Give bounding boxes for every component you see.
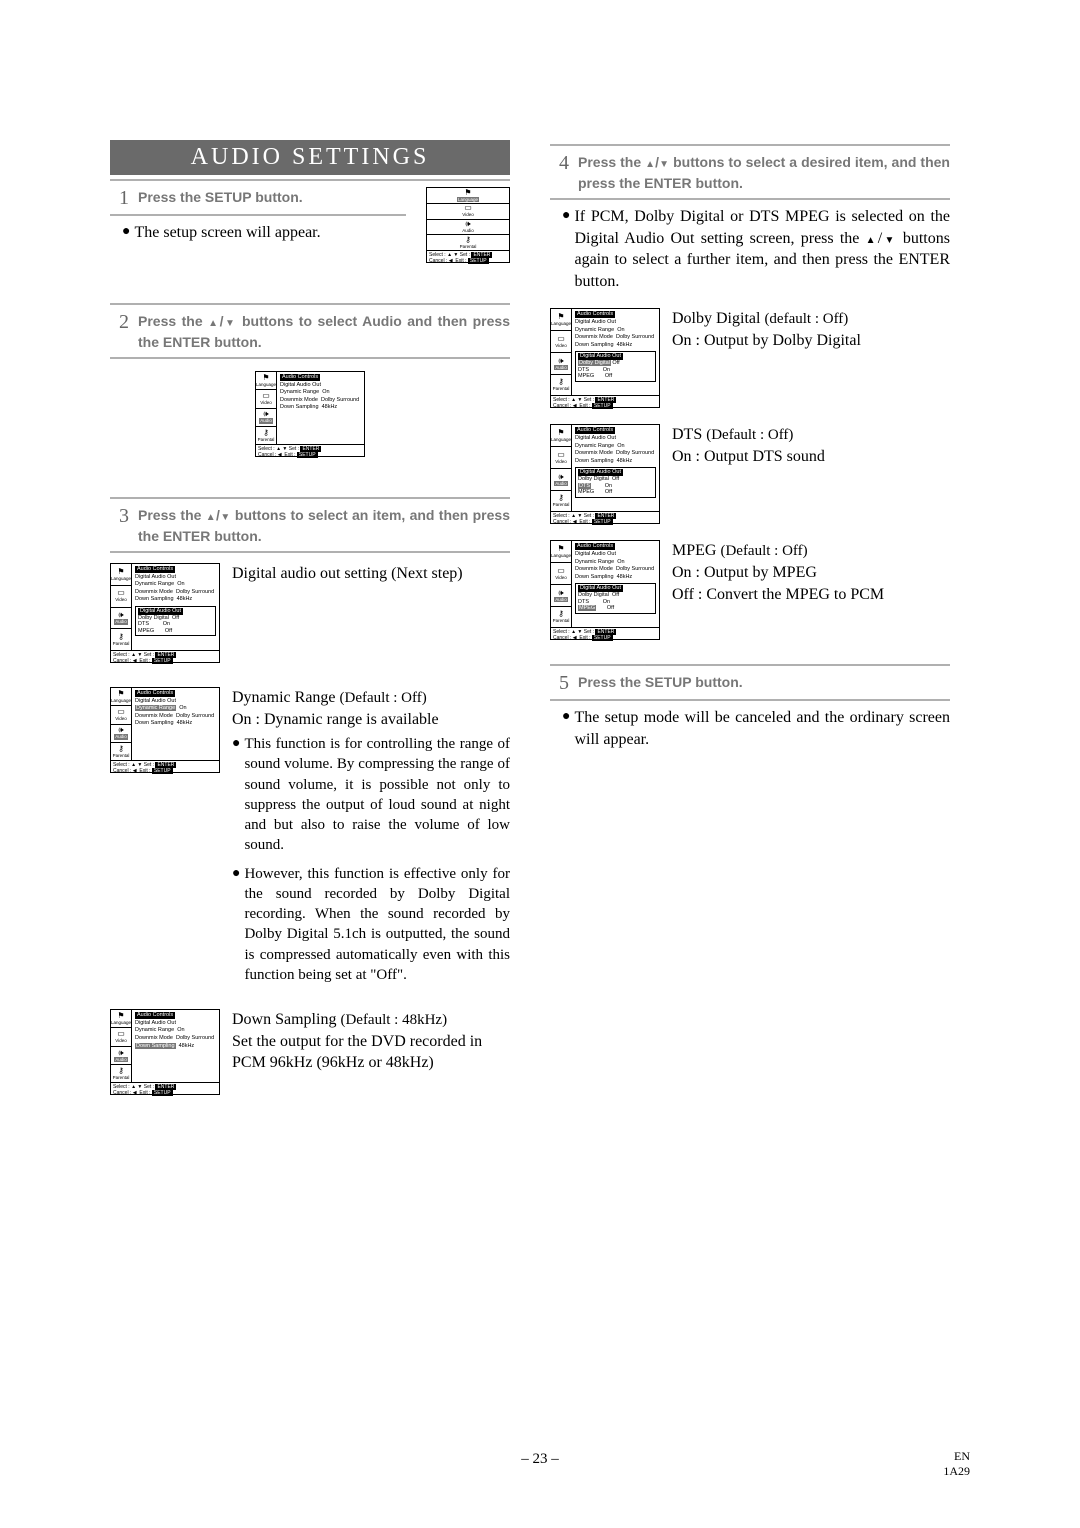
- page-title: AUDIO SETTINGS: [110, 140, 510, 175]
- step4-body: ● If PCM, Dolby Digital or DTS MPEG is s…: [550, 206, 950, 292]
- manual-page: AUDIO SETTINGS 1 Press the SETUP button.…: [0, 0, 1080, 1528]
- dolby-default: (default : Off): [764, 311, 848, 327]
- down-icon: [882, 230, 896, 247]
- mpeg-row: ⚑Language ▭Video 🕪Audio ⚷Parental Audio …: [550, 540, 950, 640]
- step-heading: Press the SETUP button.: [578, 672, 743, 693]
- down-body: Set the output for the DVD recorded in P…: [232, 1031, 510, 1074]
- dts-default: (Default : Off): [706, 427, 793, 443]
- divider: [550, 198, 950, 200]
- dts-text: DTS (Default : Off) On : Output DTS soun…: [672, 424, 950, 467]
- step-3-head: 3 Press the / buttons to select an item,…: [110, 505, 510, 547]
- mpeg-title: MPEG: [672, 542, 720, 559]
- down-icon: [223, 313, 236, 329]
- dolby-screen: ⚑Language ▭Video 🕪Audio ⚷Parental Audio …: [550, 308, 660, 408]
- mpeg-text: MPEG (Default : Off) On : Output by MPEG…: [672, 540, 950, 605]
- footer-codes: EN 1A29: [943, 1449, 970, 1478]
- mpeg-screen: ⚑Language ▭Video 🕪Audio ⚷Parental Audio …: [550, 540, 660, 640]
- bullet-icon: ●: [562, 208, 574, 224]
- down-icon: [659, 154, 669, 170]
- divider: [550, 664, 950, 666]
- step-heading: Press the / buttons to select an item, a…: [138, 505, 510, 547]
- dolby-text: Dolby Digital (default : Off) On : Outpu…: [672, 308, 950, 351]
- mpeg-off: Off : Convert the MPEG to PCM: [672, 584, 950, 606]
- footer-en: EN: [943, 1449, 970, 1463]
- divider: [550, 144, 950, 146]
- step-4-head: 4 Press the / buttons to select a desire…: [550, 152, 950, 194]
- step4-body-text: If PCM, Dolby Digital or DTS MPEG is sel…: [574, 206, 950, 292]
- bullet-icon: ●: [232, 866, 244, 882]
- dyn-p1: This function is for controlling the ran…: [244, 734, 510, 856]
- dyn-title: Dynamic Range: [232, 689, 340, 706]
- step-heading: Press the / buttons to select a desired …: [578, 152, 950, 194]
- dynamic-range-text: Dynamic Range (Default : Off) On : Dynam…: [232, 687, 510, 985]
- down-default: (Default : 48kHz): [340, 1012, 447, 1028]
- setup-screen-thumbnail: ⚑Language ▭Video 🕪Audio ⚷Parental Select…: [426, 187, 510, 263]
- divider: [110, 357, 510, 359]
- dts-row: ⚑Language ▭Video 🕪Audio ⚷Parental Audio …: [550, 424, 950, 524]
- step-5-head: 5 Press the SETUP button.: [550, 672, 950, 695]
- bullet-icon: ●: [562, 709, 574, 725]
- digital-out-text: Digital audio out setting (Next step): [232, 563, 510, 585]
- mpeg-default: (Default : Off): [720, 543, 807, 559]
- dyn-p2: However, this function is effective only…: [244, 864, 510, 986]
- audio-controls-screen: ⚑Language ▭Video 🕪Audio ⚷Parental Audio …: [255, 371, 365, 457]
- step-number: 2: [110, 311, 138, 334]
- downsampling-screen: ⚑Language ▭Video 🕪Audio ⚷Parental Audio …: [110, 1009, 220, 1095]
- dts-on: On : Output DTS sound: [672, 446, 950, 468]
- dolby-title: Dolby Digital: [672, 310, 764, 327]
- screenshot-row: ⚑Language ▭Video 🕪Audio ⚷Parental Audio …: [110, 371, 510, 457]
- down-icon: [220, 507, 231, 523]
- up-icon: [645, 154, 655, 170]
- step5-text: The setup mode will be canceled and the …: [574, 707, 950, 750]
- dyn-on-line: On : Dynamic range is available: [232, 709, 510, 731]
- up-icon: [206, 507, 216, 523]
- step-1-row: 1 Press the SETUP button. ● The setup sc…: [110, 187, 510, 263]
- downsampling-row: ⚑Language ▭Video 🕪Audio ⚷Parental Audio …: [110, 1009, 510, 1095]
- step-heading: Press the SETUP button.: [138, 187, 303, 208]
- down-title: Down Sampling: [232, 1011, 340, 1028]
- step-number: 5: [550, 672, 578, 695]
- step-heading: Press the / buttons to select Audio and …: [138, 311, 510, 353]
- digital-out-row: ⚑Language ▭Video 🕪Audio ⚷Parental Audio …: [110, 563, 510, 663]
- screen-footer: Select : ▲ ▼ Set : ENTER Cancel : ◀ Exit…: [427, 250, 509, 265]
- divider: [550, 699, 950, 701]
- step-number: 4: [550, 152, 578, 175]
- bullet-icon: ●: [232, 736, 244, 752]
- up-icon: [866, 230, 878, 247]
- dynamic-range-row: ⚑Language ▭Video 🕪Audio ⚷Parental Audio …: [110, 687, 510, 985]
- dolby-row: ⚑Language ▭Video 🕪Audio ⚷Parental Audio …: [550, 308, 950, 408]
- right-column: 4 Press the / buttons to select a desire…: [550, 140, 950, 1095]
- dts-screen: ⚑Language ▭Video 🕪Audio ⚷Parental Audio …: [550, 424, 660, 524]
- divider: [110, 303, 510, 305]
- divider: [110, 551, 510, 553]
- two-column-layout: AUDIO SETTINGS 1 Press the SETUP button.…: [110, 140, 970, 1095]
- up-icon: [208, 313, 219, 329]
- divider: [110, 214, 406, 216]
- step-number: 1: [110, 187, 138, 210]
- left-column: AUDIO SETTINGS 1 Press the SETUP button.…: [110, 140, 510, 1095]
- divider: [110, 497, 510, 499]
- dynamic-range-screen: ⚑Language ▭Video 🕪Audio ⚷Parental Audio …: [110, 687, 220, 773]
- step5-body: ● The setup mode will be canceled and th…: [550, 707, 950, 750]
- divider: [110, 179, 510, 181]
- step-2-head: 2 Press the / buttons to select Audio an…: [110, 311, 510, 353]
- bullet-icon: ●: [122, 224, 134, 240]
- footer-code: 1A29: [943, 1464, 970, 1478]
- dts-title: DTS: [672, 426, 706, 443]
- digital-out-screen: ⚑Language ▭Video 🕪Audio ⚷Parental Audio …: [110, 563, 220, 663]
- page-number: – 23 –: [0, 1451, 1080, 1468]
- dyn-default: (Default : Off): [340, 690, 427, 706]
- step-number: 3: [110, 505, 138, 528]
- step-body: The setup screen will appear.: [134, 222, 320, 244]
- downsampling-text: Down Sampling (Default : 48kHz) Set the …: [232, 1009, 510, 1074]
- dolby-on: On : Output by Dolby Digital: [672, 330, 950, 352]
- mpeg-on: On : Output by MPEG: [672, 562, 950, 584]
